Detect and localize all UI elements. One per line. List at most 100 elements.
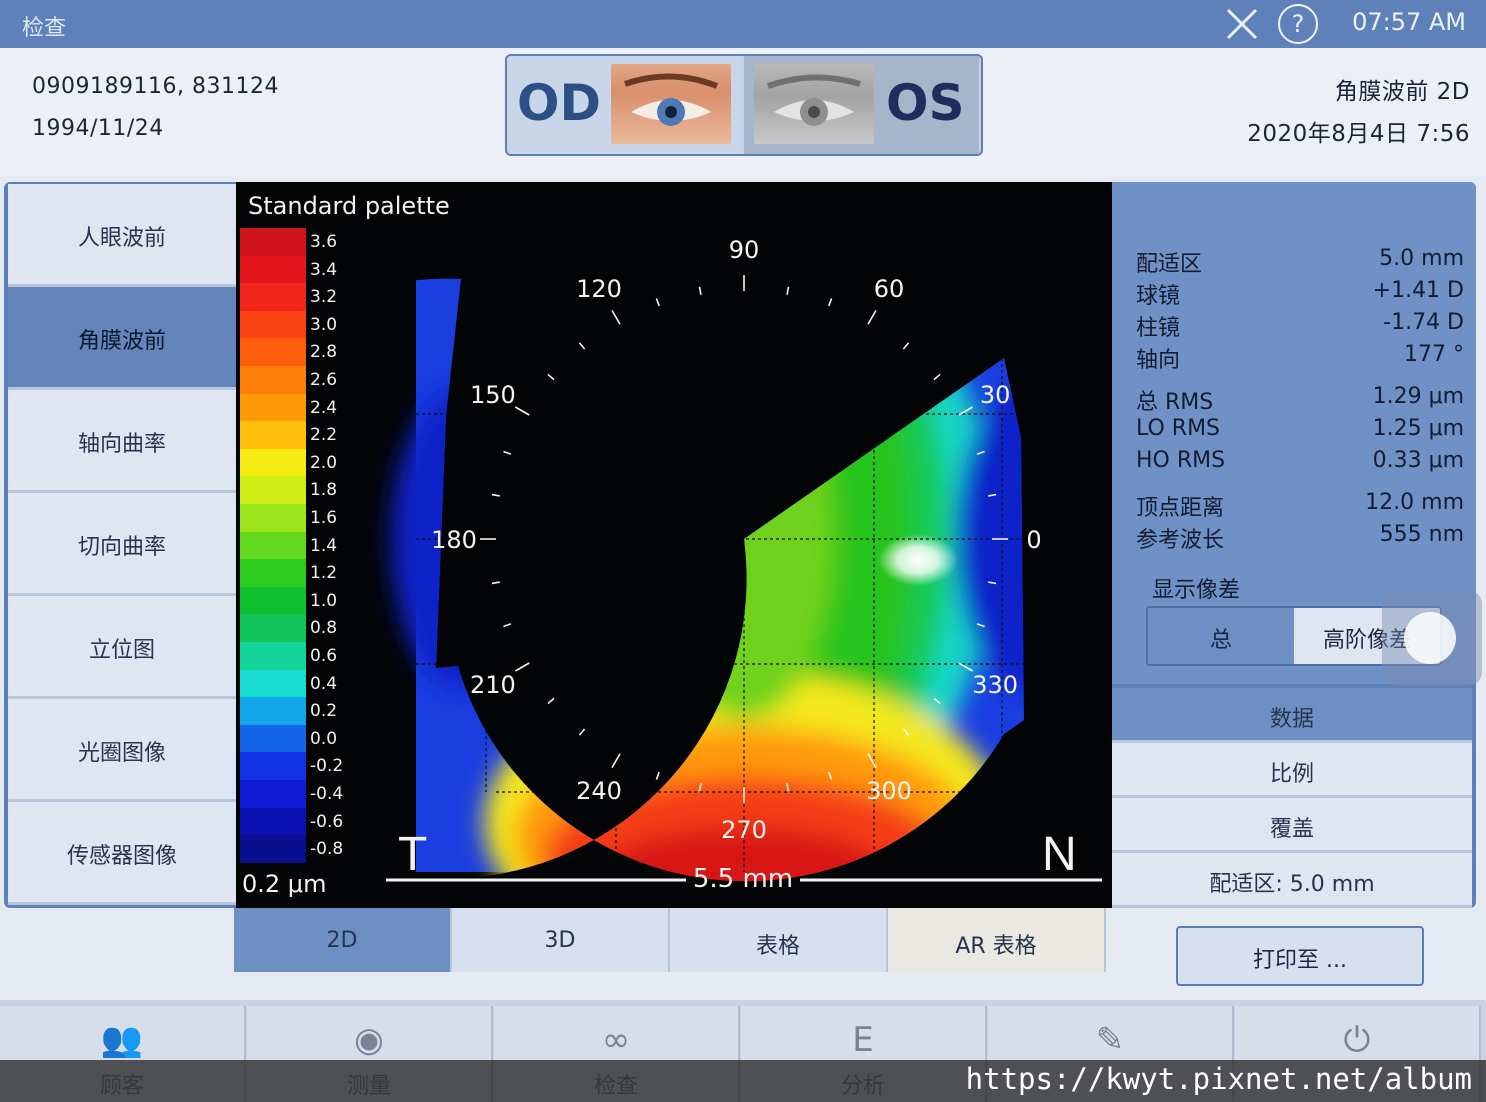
angle-label: 30 xyxy=(980,381,1011,409)
angle-label: 270 xyxy=(721,816,767,844)
sidebar-item-label: 切向曲率 xyxy=(77,535,166,560)
data-label: 总 RMS xyxy=(1136,390,1214,415)
angle-tick xyxy=(514,662,530,672)
angle-tick xyxy=(655,298,660,307)
sidebar-item-label: 立位图 xyxy=(88,638,155,663)
sidebar-item-4[interactable]: 立位图 xyxy=(8,596,236,699)
eye-selector: OD OS xyxy=(505,54,983,156)
data-value: 0.33 μm xyxy=(1372,448,1464,473)
data-label: 轴向 xyxy=(1136,348,1181,373)
temporal-label: T xyxy=(398,828,427,881)
title-bar: 检查 07:57 AM xyxy=(0,0,1486,48)
help-icon[interactable]: ? xyxy=(1278,4,1318,44)
data-value: 1.25 μm xyxy=(1372,416,1464,441)
angle-tick xyxy=(491,493,500,497)
sidebar-item-2[interactable]: 轴向曲率 xyxy=(8,390,236,493)
wrench-icon: ✎ xyxy=(1095,1020,1125,1060)
sidebar-item-3[interactable]: 切向曲率 xyxy=(8,493,236,596)
angle-tick xyxy=(698,286,702,295)
angle-label: 90 xyxy=(729,236,760,264)
data-label: 球镜 xyxy=(1136,284,1181,309)
right-button-label: 比例 xyxy=(1269,762,1314,787)
wavefront-map: 9060300330300270240210180150120 T N 5.5 … xyxy=(386,236,1102,894)
exam-datetime: 2020年8月4日 7:56 xyxy=(1247,121,1470,147)
data-value: 5.0 mm xyxy=(1379,246,1464,271)
right-button-2[interactable]: 覆盖 xyxy=(1112,798,1472,853)
angle-label: 210 xyxy=(470,671,516,699)
patient-id: 0909189116, 831124 xyxy=(32,74,279,99)
angle-label: 240 xyxy=(576,777,622,805)
data-value: +1.41 D xyxy=(1372,278,1464,303)
right-button-1[interactable]: 比例 xyxy=(1112,743,1472,798)
lens-icon: ∞ xyxy=(601,1020,631,1060)
print-button[interactable]: 打印至 ... xyxy=(1176,926,1424,986)
tab-label: 3D xyxy=(544,928,576,953)
nasal-label: N xyxy=(1042,828,1077,881)
angle-label: 150 xyxy=(470,381,516,409)
angle-tick xyxy=(491,581,500,585)
sidebar-item-label: 角膜波前 xyxy=(77,329,166,354)
angle-label: 0 xyxy=(1026,526,1041,554)
scale-label: 5.5 mm xyxy=(693,864,793,894)
close-icon[interactable] xyxy=(1224,6,1260,42)
tab-3[interactable]: AR 表格 xyxy=(888,908,1106,972)
data-label: 顶点距离 xyxy=(1136,496,1225,521)
right-button-3[interactable]: 配适区: 5.0 mm xyxy=(1112,853,1472,908)
angle-label: 60 xyxy=(874,275,905,303)
right-button-label: 覆盖 xyxy=(1269,817,1314,842)
people-icon: 👥 xyxy=(100,1020,144,1060)
clock: 07:57 AM xyxy=(1352,8,1466,36)
data-value: 555 nm xyxy=(1379,522,1464,547)
angle-tick xyxy=(503,623,512,628)
tab-1[interactable]: 3D xyxy=(452,908,670,972)
angle-tick xyxy=(786,286,790,295)
angle-tick xyxy=(547,697,555,705)
watermark-text: https://kwyt.pixnet.net/album xyxy=(965,1062,1472,1096)
angle-tick xyxy=(655,771,660,780)
sidebar-item-5[interactable]: 光圈图像 xyxy=(8,699,236,802)
data-label: 配适区 xyxy=(1136,252,1203,277)
aberration-total-button[interactable]: 总 xyxy=(1148,608,1294,664)
window-title: 检查 xyxy=(22,16,67,41)
sidebar-item-1[interactable]: 角膜波前 xyxy=(8,287,236,390)
od-eye-photo xyxy=(611,64,731,144)
chart-icon: E xyxy=(852,1020,874,1060)
angle-tick xyxy=(547,373,555,381)
sidebar-item-label: 轴向曲率 xyxy=(77,432,166,457)
data-label: 参考波长 xyxy=(1136,528,1225,553)
angle-label: 330 xyxy=(972,671,1018,699)
sidebar-item-label: 人眼波前 xyxy=(77,226,166,251)
sidebar-item-6[interactable]: 传感器图像 xyxy=(8,802,236,905)
data-value: 177 ° xyxy=(1404,342,1464,367)
data-value: 1.29 μm xyxy=(1372,384,1464,409)
tab-label: 表格 xyxy=(755,934,800,959)
od-label: OD xyxy=(517,74,602,132)
data-label: 柱镜 xyxy=(1136,316,1181,341)
assistive-touch-button[interactable] xyxy=(1382,590,1482,686)
eye-icon: ◉ xyxy=(354,1020,384,1060)
right-button-0[interactable]: 数据 xyxy=(1112,688,1472,743)
tab-label: AR 表格 xyxy=(955,934,1037,959)
exam-mode: 角膜波前 2D xyxy=(1334,79,1470,105)
data-value: -1.74 D xyxy=(1383,310,1464,335)
angle-tick xyxy=(611,309,621,325)
tab-2[interactable]: 表格 xyxy=(670,908,888,972)
od-button[interactable]: OD xyxy=(507,56,742,154)
sidebar-item-0[interactable]: 人眼波前 xyxy=(8,184,236,287)
right-button-label: 数据 xyxy=(1269,707,1314,732)
angle-tick xyxy=(514,406,530,416)
sidebar-item-label: 光圈图像 xyxy=(77,741,166,766)
os-button[interactable]: OS xyxy=(744,56,979,154)
angle-tick xyxy=(933,373,941,381)
angle-tick xyxy=(902,342,910,350)
power-icon: ⏻ xyxy=(1343,1020,1371,1060)
angle-tick xyxy=(503,450,512,455)
os-label: OS xyxy=(886,74,965,132)
angle-tick xyxy=(867,309,877,325)
sidebar-item-label: 传感器图像 xyxy=(66,844,177,869)
assistive-touch-dot xyxy=(1404,612,1456,664)
tab-0[interactable]: 2D xyxy=(234,908,452,972)
angle-tick xyxy=(611,753,621,769)
os-eye-photo xyxy=(754,64,874,144)
data-value: 12.0 mm xyxy=(1365,490,1464,515)
